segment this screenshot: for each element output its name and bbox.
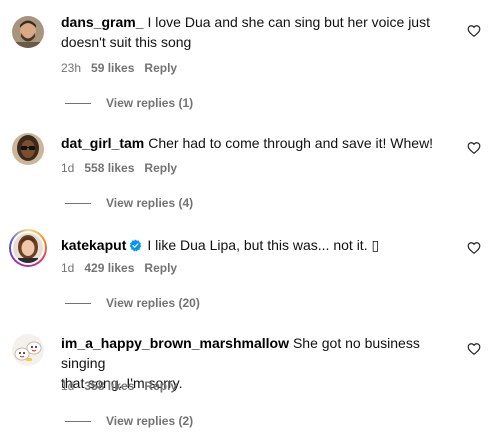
view-replies-label: View replies (1) xyxy=(106,96,194,110)
comment-meta: 1d 358 likes Reply xyxy=(61,378,187,394)
reply-button[interactable]: Reply xyxy=(144,261,177,275)
comment-username[interactable]: dans_gram_ xyxy=(61,14,143,30)
verified-badge-icon xyxy=(130,239,142,252)
avatar[interactable] xyxy=(12,16,44,48)
view-replies-label: View replies (2) xyxy=(106,414,194,428)
comment-time: 1d xyxy=(61,261,75,275)
view-replies-button[interactable]: View replies (4) xyxy=(65,195,193,211)
comment-body: I love Dua and she can sing but her voic… xyxy=(147,14,430,30)
comment-username[interactable]: dat_girl_tam xyxy=(61,135,144,151)
comment-time: 23h xyxy=(61,61,82,75)
comment-meta: 23h 59 likes Reply xyxy=(61,60,187,76)
comment-body-continued: doesn't suit this song xyxy=(61,34,192,50)
heart-outline-icon[interactable] xyxy=(467,342,481,356)
avatar[interactable] xyxy=(12,334,44,366)
reply-button[interactable]: Reply xyxy=(144,161,177,175)
comment-likes[interactable]: 558 likes xyxy=(84,161,134,175)
comment-likes[interactable]: 429 likes xyxy=(84,261,134,275)
heart-outline-icon[interactable] xyxy=(467,24,481,38)
comment-meta: 1d 429 likes Reply xyxy=(61,260,187,276)
divider xyxy=(65,302,91,304)
avatar[interactable] xyxy=(12,133,44,165)
view-replies-label: View replies (4) xyxy=(106,196,194,210)
comment-body: Cher had to come through and save it! Wh… xyxy=(148,135,434,151)
reply-button[interactable]: Reply xyxy=(144,61,177,75)
comment-text: dans_gram_ I love Dua and she can sing bu… xyxy=(61,12,451,52)
view-replies-button[interactable]: View replies (2) xyxy=(65,413,193,429)
comment-meta: 1d 558 likes Reply xyxy=(61,160,187,176)
comment-time: 1d xyxy=(61,161,75,175)
comment-text: katekaput I like Dua Lipa, but this was..… xyxy=(61,235,451,255)
comment-username[interactable]: im_a_happy_brown_marshmallow xyxy=(61,335,289,351)
comment-likes[interactable]: 59 likes xyxy=(91,61,134,75)
heart-outline-icon[interactable] xyxy=(467,241,481,255)
comment-text: dat_girl_tam Cher had to come through and… xyxy=(61,133,451,153)
view-replies-button[interactable]: View replies (1) xyxy=(65,95,193,111)
comment-username[interactable]: katekaput xyxy=(61,237,126,253)
comment-body: I like Dua Lipa, but this was... not it.… xyxy=(147,237,380,253)
reply-button[interactable]: Reply xyxy=(144,379,177,393)
divider xyxy=(65,202,91,204)
comment-time: 1d xyxy=(61,379,75,393)
heart-outline-icon[interactable] xyxy=(467,141,481,155)
avatar xyxy=(13,233,43,263)
view-replies-button[interactable]: View replies (20) xyxy=(65,295,200,311)
avatar-story-ring[interactable] xyxy=(9,229,47,267)
view-replies-label: View replies (20) xyxy=(106,296,200,310)
divider xyxy=(65,420,91,422)
divider xyxy=(65,102,91,104)
comment-likes[interactable]: 358 likes xyxy=(84,379,134,393)
